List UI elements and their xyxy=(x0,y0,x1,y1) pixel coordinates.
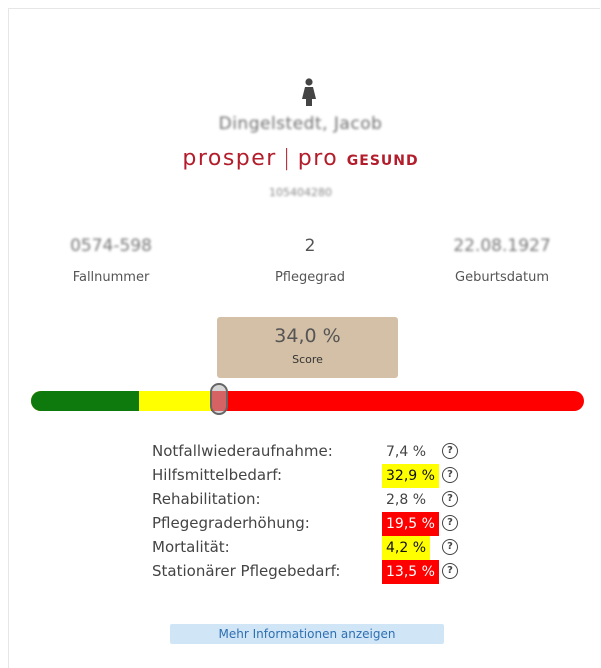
person-icon xyxy=(302,78,316,106)
metric-row: Mortalität: 4,2 % ? xyxy=(152,536,472,560)
metric-row: Hilfsmittelbedarf: 32,9 % ? xyxy=(152,464,472,488)
metric-label: Hilfsmittelbedarf: xyxy=(152,466,283,484)
metric-label: Rehabilitation: xyxy=(152,490,261,508)
metric-value: 4,2 % xyxy=(382,536,431,560)
risk-metrics: Notfallwiederaufnahme: 7,4 % ? Hilfsmitt… xyxy=(152,440,472,584)
score-value: 34,0 % xyxy=(274,325,341,347)
more-info-button[interactable]: Mehr Informationen anzeigen xyxy=(170,624,444,644)
question-circle-icon[interactable]: ? xyxy=(442,563,458,579)
metric-label: Notfallwiederaufnahme: xyxy=(152,442,333,460)
pflegegrad-value: 2 xyxy=(304,236,316,256)
metric-value: 19,5 % xyxy=(382,512,439,536)
metric-value: 13,5 % xyxy=(382,560,439,584)
stat-pflegegrad: 2 Pflegegrad xyxy=(230,236,390,285)
score-marker xyxy=(210,383,229,415)
metric-label: Mortalität: xyxy=(152,538,230,556)
score-label: Score xyxy=(292,353,323,366)
geburtsdatum-value: 22.08.1927 xyxy=(453,236,551,256)
metric-value: 7,4 % xyxy=(386,444,427,460)
question-circle-icon[interactable]: ? xyxy=(442,443,458,459)
metric-label: Stationärer Pflegebedarf: xyxy=(152,562,341,580)
stat-fallnummer: 0574-598 Fallnummer xyxy=(31,236,191,285)
metric-value: 2,8 % xyxy=(386,492,427,508)
metric-row: Rehabilitation: 2,8 % ? xyxy=(152,488,472,512)
metric-row: Stationärer Pflegebedarf: 13,5 % ? xyxy=(152,560,472,584)
metric-row: Pflegegraderhöhung: 19,5 % ? xyxy=(152,512,472,536)
brand-part2: pro xyxy=(297,146,339,171)
fallnummer-value: 0574-598 xyxy=(70,236,152,256)
stat-geburtsdatum: 22.08.1927 Geburtsdatum xyxy=(422,236,582,285)
brand-part3: GESUND xyxy=(346,153,419,169)
pflegegrad-label: Pflegegrad xyxy=(274,270,346,285)
metric-row: Notfallwiederaufnahme: 7,4 % ? xyxy=(152,440,472,464)
patient-stats: 0574-598 Fallnummer 2 Pflegegrad 22.08.1… xyxy=(0,236,601,296)
patient-id: 105404280 xyxy=(269,186,332,199)
score-box: 34,0 % Score xyxy=(217,317,398,378)
geburtsdatum-label: Geburtsdatum xyxy=(455,270,549,285)
risk-scale-bar xyxy=(31,391,584,411)
metric-label: Pflegegraderhöhung: xyxy=(152,514,310,532)
brand-part1: prosper xyxy=(182,146,277,171)
question-circle-icon[interactable]: ? xyxy=(442,491,458,507)
question-circle-icon[interactable]: ? xyxy=(442,467,458,483)
brand-logo: prosper | pro GESUND xyxy=(0,146,601,171)
question-circle-icon[interactable]: ? xyxy=(442,515,458,531)
metric-value: 32,9 % xyxy=(382,464,439,488)
risk-scale-green xyxy=(31,391,139,411)
question-circle-icon[interactable]: ? xyxy=(442,539,458,555)
fallnummer-label: Fallnummer xyxy=(72,270,150,285)
brand-separator: | xyxy=(282,146,292,171)
patient-name: Dingelstedt, Jacob xyxy=(218,114,383,134)
